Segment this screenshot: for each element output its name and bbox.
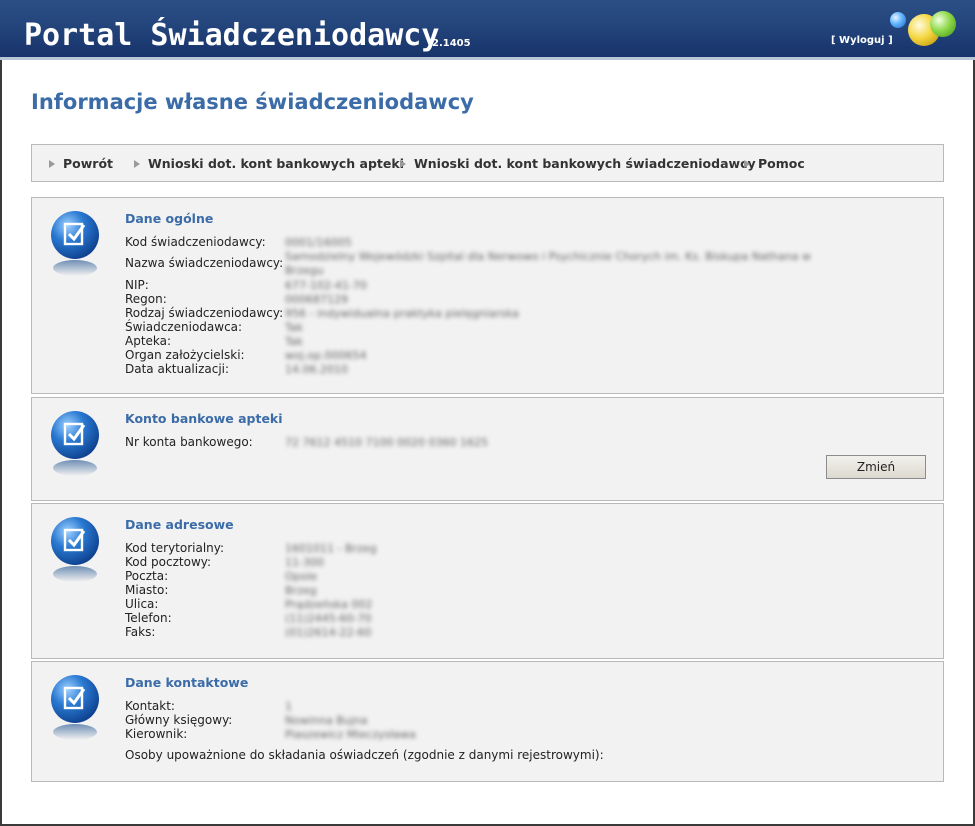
field-label: Nazwa świadczeniodawcy: [125, 256, 284, 270]
arrow-right-icon [134, 160, 140, 168]
field-value: 000687129 [285, 293, 348, 306]
field-label: NIP: [125, 278, 149, 292]
panel-bank-account: Konto bankowe apteki Nr konta bankowego:… [31, 397, 944, 501]
nav-pharmacy-accounts-link[interactable]: Wnioski dot. kont bankowych apteki [134, 156, 404, 171]
field-label: Poczta: [125, 569, 169, 583]
page-title: Informacje własne świadczeniodawcy [31, 90, 474, 114]
field-value: Samodzielny Wojewódzki Szpital dla Nerwo… [285, 250, 811, 263]
field-value: Opole [285, 570, 318, 583]
field-value: 11-300 [285, 556, 324, 569]
field-label: Świadczeniodawca: [125, 320, 243, 334]
section-title: Dane kontaktowe [125, 675, 249, 690]
nav-provider-accounts-link[interactable]: Wnioski dot. kont bankowych świadczeniod… [400, 156, 756, 171]
field-label: Kod terytorialny: [125, 541, 225, 555]
checklist-icon [51, 411, 99, 476]
field-label: Główny księgowy: [125, 713, 233, 727]
arrow-right-icon [744, 160, 750, 168]
section-title: Konto bankowe apteki [125, 411, 283, 426]
panel-contact-data: Dane kontaktowe Kontakt: 1 Główny księgo… [31, 661, 944, 782]
field-value: (01)2614-22-60 [285, 626, 372, 639]
field-value: Piaszewicz Mieczysława [285, 728, 416, 741]
nav-pharmacy-accounts-label: Wnioski dot. kont bankowych apteki [148, 156, 404, 171]
field-value: Brzegu [285, 264, 324, 277]
field-value: (11)2445-60-70 [285, 612, 372, 625]
field-label: Nr konta bankowego: [125, 435, 253, 449]
panel-general-data: Dane ogólne Kod świadczeniodawcy: 0001/1… [31, 197, 944, 394]
app-title: Portal Świadczeniodawcy [24, 18, 440, 53]
nav-help-label: Pomoc [758, 156, 805, 171]
action-nav-bar: Powrót Wnioski dot. kont bankowych aptek… [31, 144, 944, 182]
field-label: Faks: [125, 625, 156, 639]
arrow-right-icon [400, 160, 406, 168]
nav-provider-accounts-label: Wnioski dot. kont bankowych świadczeniod… [414, 156, 756, 171]
header-bar: Portal Świadczeniodawcy 2.1405 [ Wyloguj… [0, 0, 975, 60]
nav-back-label: Powrót [63, 156, 114, 171]
field-value: Tak [285, 335, 304, 348]
field-value: 1 [285, 700, 292, 713]
field-value: 1601011 - Brzeg [285, 542, 377, 555]
field-label: Kontakt: [125, 699, 175, 713]
nav-help-link[interactable]: Pomoc [744, 156, 805, 171]
arrow-right-icon [49, 160, 55, 168]
field-label: Regon: [125, 292, 167, 306]
field-value: 0001/16005 [285, 236, 352, 249]
field-value: Prądzeńska 002 [285, 598, 373, 611]
field-label: Kod pocztowy: [125, 555, 212, 569]
field-value: Tak [285, 321, 304, 334]
section-title: Dane ogólne [125, 211, 214, 226]
field-value: Nowinna Bujna [285, 714, 368, 727]
nav-back-link[interactable]: Powrót [49, 156, 113, 171]
section-title: Dane adresowe [125, 517, 234, 532]
field-value: woj.op.000654 [285, 349, 367, 362]
checklist-icon [51, 517, 99, 582]
field-value: Brzeg [285, 584, 317, 597]
blue-ball-icon [890, 12, 906, 28]
green-ball-icon [930, 11, 956, 37]
field-label: Kierownik: [125, 727, 188, 741]
field-label: Miasto: [125, 583, 169, 597]
authorized-persons-note: Osoby upoważnione do składania oświadcze… [125, 748, 604, 762]
checklist-icon [51, 675, 99, 740]
panel-address-data: Dane adresowe Kod terytorialny: 1601011 … [31, 503, 944, 659]
checklist-icon [51, 211, 99, 276]
field-label: Rodzaj świadczeniodawcy: [125, 306, 284, 320]
field-label: Kod świadczeniodawcy: [125, 235, 266, 249]
field-label: Organ założycielski: [125, 348, 245, 362]
field-label: Data aktualizacji: [125, 362, 230, 376]
field-value: 14.06.2010 [285, 363, 348, 376]
field-value: 677-102-41-70 [285, 279, 367, 292]
change-button[interactable]: Zmień [826, 455, 926, 479]
field-value: 956 - indywidualna praktyka pielęgniarsk… [285, 307, 519, 320]
field-label: Ulica: [125, 597, 159, 611]
field-label: Telefon: [125, 611, 172, 625]
app-version: 2.1405 [432, 38, 471, 49]
logo-balls-icon [884, 8, 974, 60]
field-value: 72 7612 4510 7100 0020 0360 1625 [285, 436, 488, 449]
field-label: Apteka: [125, 334, 172, 348]
